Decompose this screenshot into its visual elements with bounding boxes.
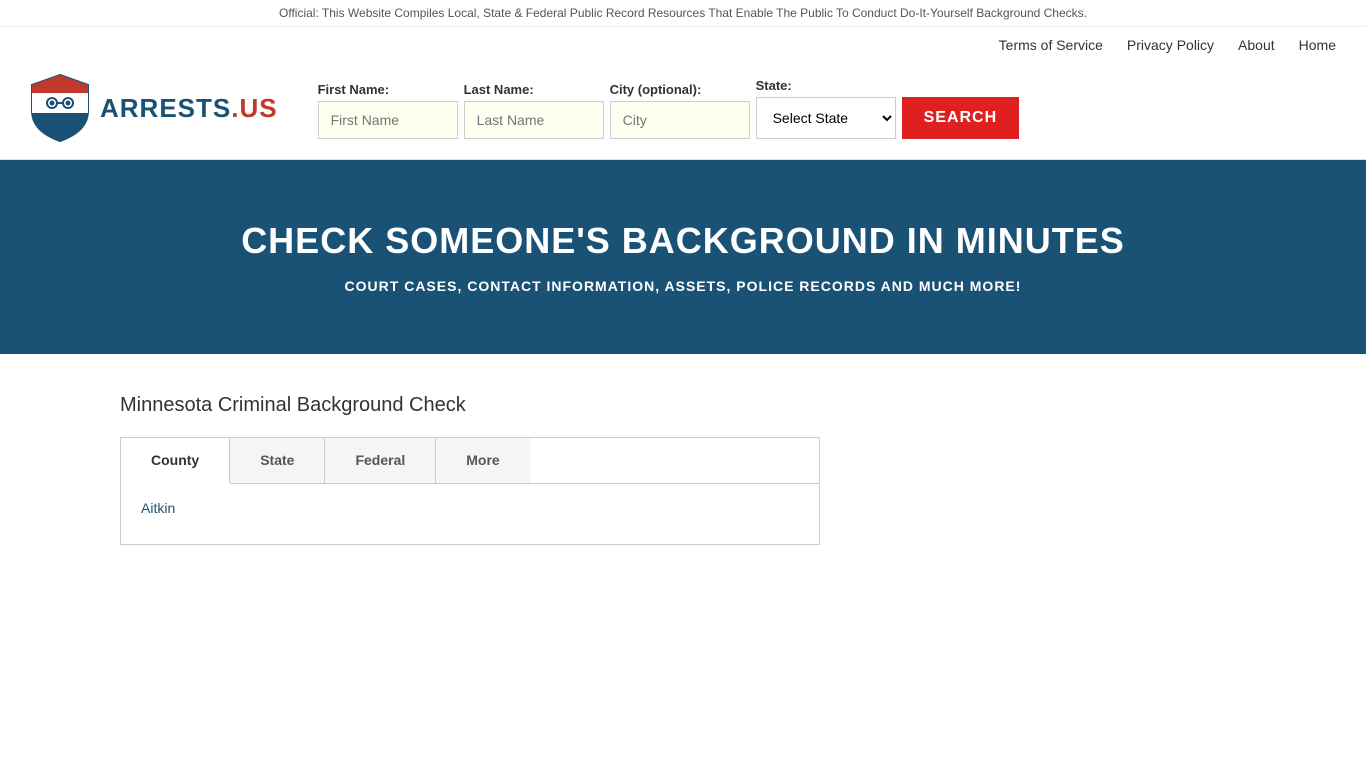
tab-county[interactable]: County [121, 438, 230, 484]
first-name-label: First Name: [318, 82, 458, 97]
first-name-field: First Name: [318, 82, 458, 139]
county-entry-aitkin[interactable]: Aitkin [141, 500, 175, 516]
nav-home[interactable]: Home [1299, 37, 1336, 53]
header: ARRESTS.US First Name: Last Name: City (… [0, 63, 1366, 160]
city-label: City (optional): [610, 82, 750, 97]
tabs-header: County State Federal More [121, 438, 819, 484]
content-section: Minnesota Criminal Background Check Coun… [0, 354, 1366, 585]
nav-about[interactable]: About [1238, 37, 1275, 53]
section-title: Minnesota Criminal Background Check [120, 394, 1246, 417]
city-input[interactable] [610, 101, 750, 139]
announcement-bar: Official: This Website Compiles Local, S… [0, 0, 1366, 27]
last-name-input[interactable] [464, 101, 604, 139]
logo-dot-us: .US [231, 93, 277, 123]
tab-state[interactable]: State [230, 438, 325, 483]
nav-terms-of-service[interactable]: Terms of Service [999, 37, 1103, 53]
hero-title: CHECK SOMEONE'S BACKGROUND IN MINUTES [20, 220, 1346, 262]
state-field: State: Select State AlabamaAlaskaArizona… [756, 78, 896, 139]
logo-text: ARRESTS.US [100, 93, 278, 124]
nav-privacy-policy[interactable]: Privacy Policy [1127, 37, 1214, 53]
search-button[interactable]: SEARCH [902, 97, 1020, 139]
logo-arrests: ARRESTS [100, 93, 231, 123]
tabs-content: Aitkin [121, 484, 819, 544]
logo-shield-icon [30, 73, 90, 143]
last-name-label: Last Name: [464, 82, 604, 97]
search-area: First Name: Last Name: City (optional): … [318, 78, 1336, 139]
nav-bar: Terms of Service Privacy Policy About Ho… [0, 27, 1366, 63]
last-name-field: Last Name: [464, 82, 604, 139]
tab-more[interactable]: More [436, 438, 529, 483]
announcement-text: Official: This Website Compiles Local, S… [279, 6, 1087, 20]
logo-link[interactable]: ARRESTS.US [30, 73, 278, 143]
city-field: City (optional): [610, 82, 750, 139]
tab-federal[interactable]: Federal [325, 438, 436, 483]
hero-section: CHECK SOMEONE'S BACKGROUND IN MINUTES CO… [0, 160, 1366, 354]
state-label: State: [756, 78, 896, 93]
hero-subtitle: COURT CASES, CONTACT INFORMATION, ASSETS… [20, 278, 1346, 294]
tabs-container: County State Federal More Aitkin [120, 437, 820, 545]
state-select[interactable]: Select State AlabamaAlaskaArizonaArkansa… [756, 97, 896, 139]
first-name-input[interactable] [318, 101, 458, 139]
